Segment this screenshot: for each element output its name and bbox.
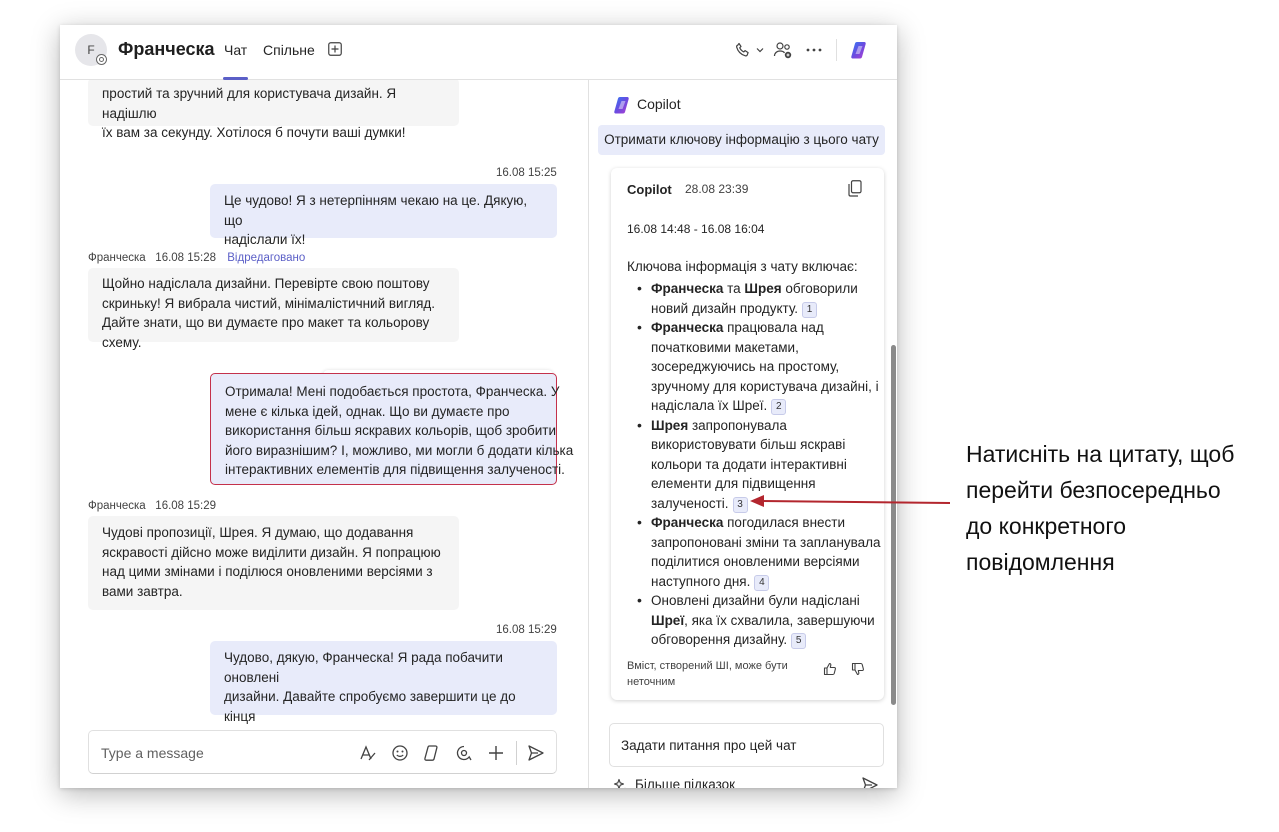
annotation-line: повідомлення bbox=[966, 549, 1115, 575]
annotation-line: до конкретного bbox=[966, 513, 1127, 539]
annotation-line: Натисніть на цитату, щоб bbox=[966, 441, 1235, 467]
annotation-text: Натисніть на цитату, щоб перейти безпосе… bbox=[966, 436, 1234, 580]
annotation-line: перейти безпосередньо bbox=[966, 477, 1221, 503]
annotation-arrow bbox=[750, 495, 951, 507]
